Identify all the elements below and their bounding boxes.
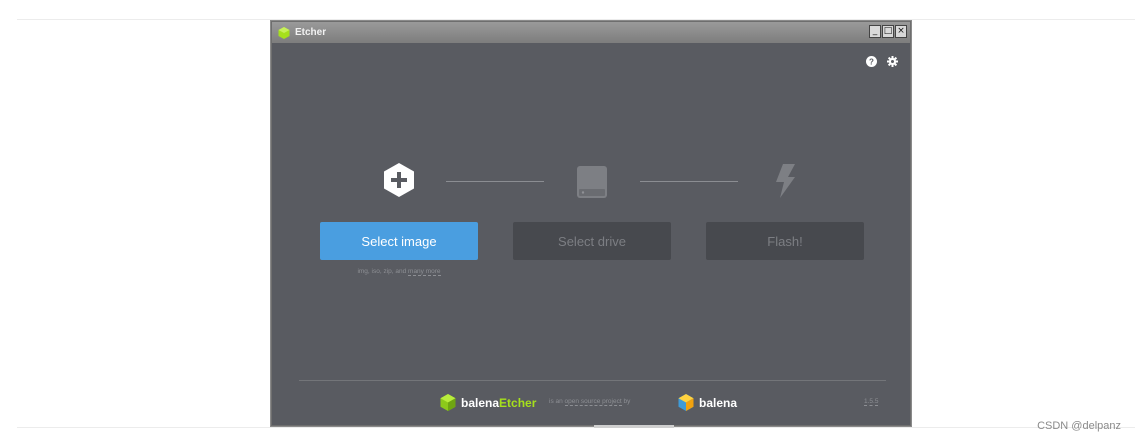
close-button[interactable]: × [895, 25, 907, 38]
company-name: balena [699, 395, 738, 410]
settings-icon[interactable] [887, 56, 898, 67]
supported-formats: img, iso, zip, and many more [320, 268, 478, 276]
maximize-button[interactable]: □ [882, 25, 894, 38]
title-bar[interactable]: Etcher _ □ × [272, 22, 910, 43]
etcher-app-icon [278, 26, 290, 39]
minimize-button[interactable]: _ [869, 25, 881, 38]
connector-line [446, 181, 544, 182]
formats-more-link[interactable]: many more [408, 268, 441, 276]
header-icons: ? [866, 56, 898, 67]
drive-icon [577, 166, 607, 198]
svg-text:?: ? [869, 58, 874, 67]
flash-button[interactable]: Flash! [706, 222, 864, 260]
formats-text: img, iso, zip, and [357, 268, 407, 275]
balena-etcher-logo[interactable]: balenaEtcher [440, 394, 536, 411]
open-source-text: is an open source project by [549, 398, 631, 406]
steps-row [272, 162, 910, 202]
select-image-button[interactable]: Select image [320, 222, 478, 260]
brand-prefix: balena [461, 395, 500, 410]
window-title: Etcher [295, 27, 327, 38]
etcher-window: Etcher _ □ × ? Select image Select drive… [271, 21, 911, 426]
open-source-post: by [623, 398, 631, 405]
balena-logo[interactable]: balena [678, 394, 737, 411]
etcher-cube-icon [440, 394, 456, 411]
footer-divider [299, 380, 886, 381]
footer: balenaEtcher is an open source project b… [272, 392, 910, 414]
balena-cube-icon [678, 394, 694, 411]
window-controls: _ □ × [869, 25, 907, 38]
watermark: CSDN @delpanz [1037, 420, 1121, 432]
brand-suffix: Etcher [499, 395, 537, 410]
scroll-tab [594, 425, 674, 428]
open-source-link[interactable]: open source project [564, 398, 622, 406]
lightning-icon [776, 164, 795, 198]
help-icon[interactable]: ? [866, 56, 877, 67]
connector-line [640, 181, 738, 182]
open-source-pre: is an [549, 398, 563, 405]
select-drive-button[interactable]: Select drive [513, 222, 671, 260]
plus-hexagon-icon [384, 163, 414, 197]
version-label[interactable]: 1.5.5 [864, 398, 879, 406]
